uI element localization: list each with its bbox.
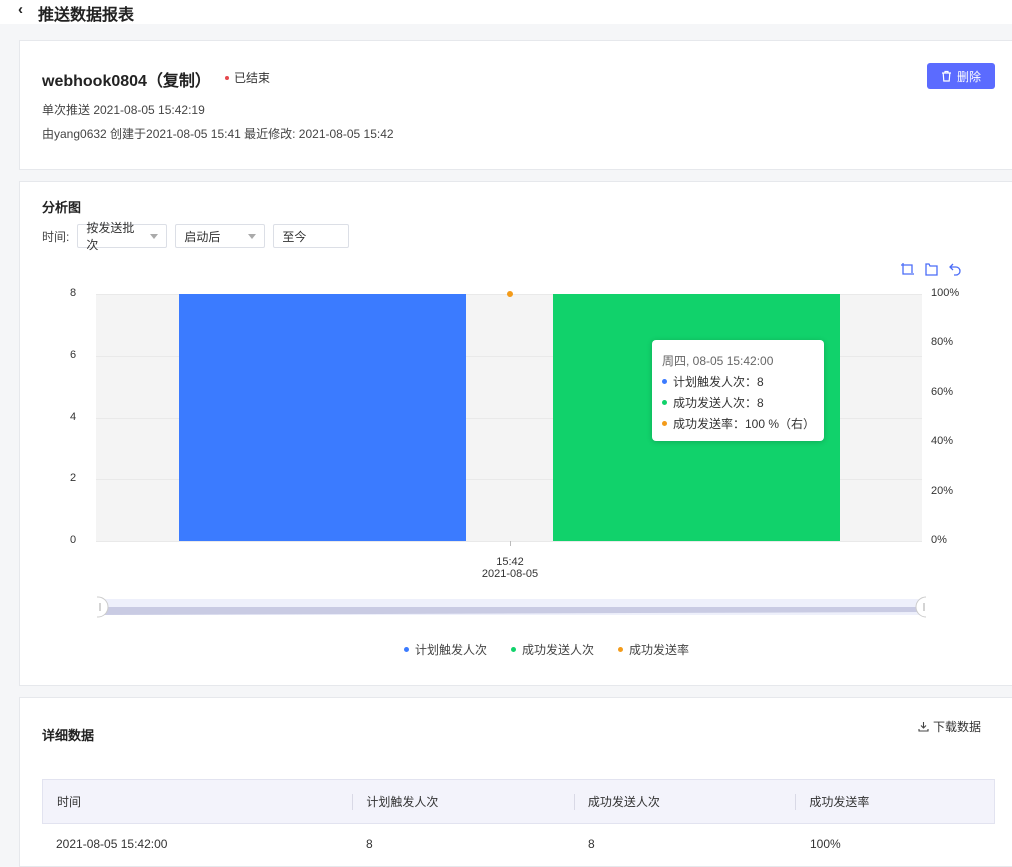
column-header[interactable]: 成功发送率 bbox=[795, 780, 994, 823]
column-header[interactable]: 时间 bbox=[43, 780, 352, 823]
rate-point bbox=[507, 291, 513, 297]
tooltip-row: 成功发送率：100 %（右） bbox=[662, 415, 815, 432]
zoom-select-icon[interactable] bbox=[900, 262, 915, 277]
y-tick-label-right: 100% bbox=[931, 287, 960, 299]
delete-button[interactable]: 删除 bbox=[927, 63, 995, 89]
data-zoom-slider[interactable] bbox=[97, 596, 926, 618]
batch-mode-select[interactable]: 按发送批次 bbox=[77, 221, 168, 252]
chevron-down-icon bbox=[150, 233, 159, 239]
back-arrow-icon[interactable]: ‹ bbox=[18, 1, 23, 18]
legend-label: 成功发送人次 bbox=[522, 643, 595, 657]
start-select[interactable]: 启动后 bbox=[175, 224, 266, 248]
x-tick-label: 15:42 bbox=[496, 556, 524, 568]
analysis-card: 分析图 时间: 按发送批次 启动后 至今 8 6 4 2 0 100% 80% 60% 40% 2… bbox=[19, 181, 1012, 686]
chevron-down-icon bbox=[248, 233, 257, 239]
legend-dot-icon bbox=[618, 647, 624, 652]
grid-line bbox=[96, 541, 922, 542]
detail-card: 详细数据 下载数据 时间 计划触发人次 成功发送人次 成功发送率 2021-08… bbox=[19, 697, 1012, 867]
series-dot-icon bbox=[662, 379, 667, 384]
batch-mode-value: 按发送批次 bbox=[86, 221, 135, 252]
summary-card: webhook0804（复制） 已结束 删除 单次推送 2021-08-05 1… bbox=[19, 40, 1012, 170]
detail-table: 时间 计划触发人次 成功发送人次 成功发送率 2021-08-05 15:42:… bbox=[42, 779, 995, 864]
created-info: 由yang0632 创建于2021-08-05 15:41 最近修改: 2021… bbox=[42, 127, 394, 141]
column-header[interactable]: 成功发送人次 bbox=[573, 780, 796, 823]
tooltip-row-text: 成功发送率：100 %（右） bbox=[673, 417, 816, 431]
download-label: 下载数据 bbox=[933, 720, 982, 734]
detail-title: 详细数据 bbox=[42, 728, 95, 743]
y-tick-label-left: 0 bbox=[70, 534, 77, 546]
legend-item[interactable]: 计划触发人次 bbox=[404, 641, 487, 658]
delete-label: 删除 bbox=[956, 69, 981, 84]
page-title: 推送数据报表 bbox=[38, 7, 135, 24]
status-badge: 已结束 bbox=[225, 69, 270, 86]
series-dot-icon bbox=[662, 400, 667, 405]
y-tick-label-right: 80% bbox=[931, 336, 954, 349]
legend-label: 成功发送率 bbox=[629, 643, 690, 657]
table-cell: 2021-08-05 15:42:00 bbox=[56, 837, 168, 851]
tooltip-row: 计划触发人次：8 bbox=[662, 373, 764, 390]
x-axis-tick bbox=[510, 541, 511, 546]
table-row: 2021-08-05 15:42:00 8 8 100% bbox=[42, 824, 995, 864]
download-button[interactable]: 下载数据 bbox=[918, 718, 981, 735]
y-tick-label-right: 60% bbox=[931, 385, 954, 398]
y-tick-label-left: 6 bbox=[70, 348, 77, 361]
table-header: 时间 计划触发人次 成功发送人次 成功发送率 bbox=[42, 779, 995, 824]
trash-icon bbox=[941, 70, 951, 82]
y-tick-label-right: 20% bbox=[931, 484, 954, 497]
page-header: ‹ 推送数据报表 bbox=[0, 0, 1012, 24]
chart-toolbox bbox=[900, 262, 963, 277]
start-value: 启动后 bbox=[184, 229, 221, 244]
zoom-reset-icon[interactable] bbox=[924, 262, 939, 277]
y-tick-label-left: 2 bbox=[70, 472, 77, 485]
series-dot-icon bbox=[662, 421, 667, 426]
y-tick-label-right: 40% bbox=[931, 435, 954, 448]
table-cell: 8 bbox=[588, 837, 595, 851]
legend-item[interactable]: 成功发送人次 bbox=[511, 641, 594, 658]
time-filter-label: 时间: bbox=[42, 229, 70, 244]
bar-planned bbox=[179, 294, 466, 541]
undo-icon[interactable] bbox=[948, 262, 963, 277]
legend-label: 计划触发人次 bbox=[415, 643, 488, 657]
column-header[interactable]: 计划触发人次 bbox=[352, 780, 574, 823]
legend-dot-icon bbox=[404, 647, 409, 652]
chart-tooltip: 周四, 08-05 15:42:00 计划触发人次：8 成功发送人次：8 成功发… bbox=[652, 340, 824, 441]
tooltip-row-text: 成功发送人次：8 bbox=[673, 396, 764, 410]
tooltip-title: 周四, 08-05 15:42:00 bbox=[662, 354, 774, 368]
x-tick-label: 2021-08-05 bbox=[481, 568, 539, 580]
tooltip-row: 成功发送人次：8 bbox=[662, 394, 764, 411]
status-text: 已结束 bbox=[234, 71, 271, 85]
status-dot-icon bbox=[225, 75, 229, 80]
push-info: 单次推送 2021-08-05 15:42:19 bbox=[42, 103, 205, 117]
legend-dot-icon bbox=[511, 647, 517, 652]
y-tick-label-left: 8 bbox=[70, 287, 77, 299]
download-icon bbox=[918, 722, 929, 732]
end-value: 至今 bbox=[282, 229, 307, 244]
time-filters: 时间: 按发送批次 启动后 至今 bbox=[42, 221, 350, 252]
chart-legend: 计划触发人次 成功发送人次 成功发送率 bbox=[404, 641, 689, 658]
table-cell: 100% bbox=[810, 837, 841, 851]
table-cell: 8 bbox=[366, 837, 373, 851]
y-tick-label-right: 0% bbox=[931, 534, 947, 546]
tooltip-row-text: 计划触发人次：8 bbox=[673, 375, 764, 389]
analysis-title: 分析图 bbox=[42, 200, 82, 215]
push-name: webhook0804（复制） bbox=[42, 73, 211, 90]
legend-item[interactable]: 成功发送率 bbox=[618, 641, 689, 658]
y-tick-label-left: 4 bbox=[70, 410, 77, 423]
end-select[interactable]: 至今 bbox=[273, 224, 350, 248]
